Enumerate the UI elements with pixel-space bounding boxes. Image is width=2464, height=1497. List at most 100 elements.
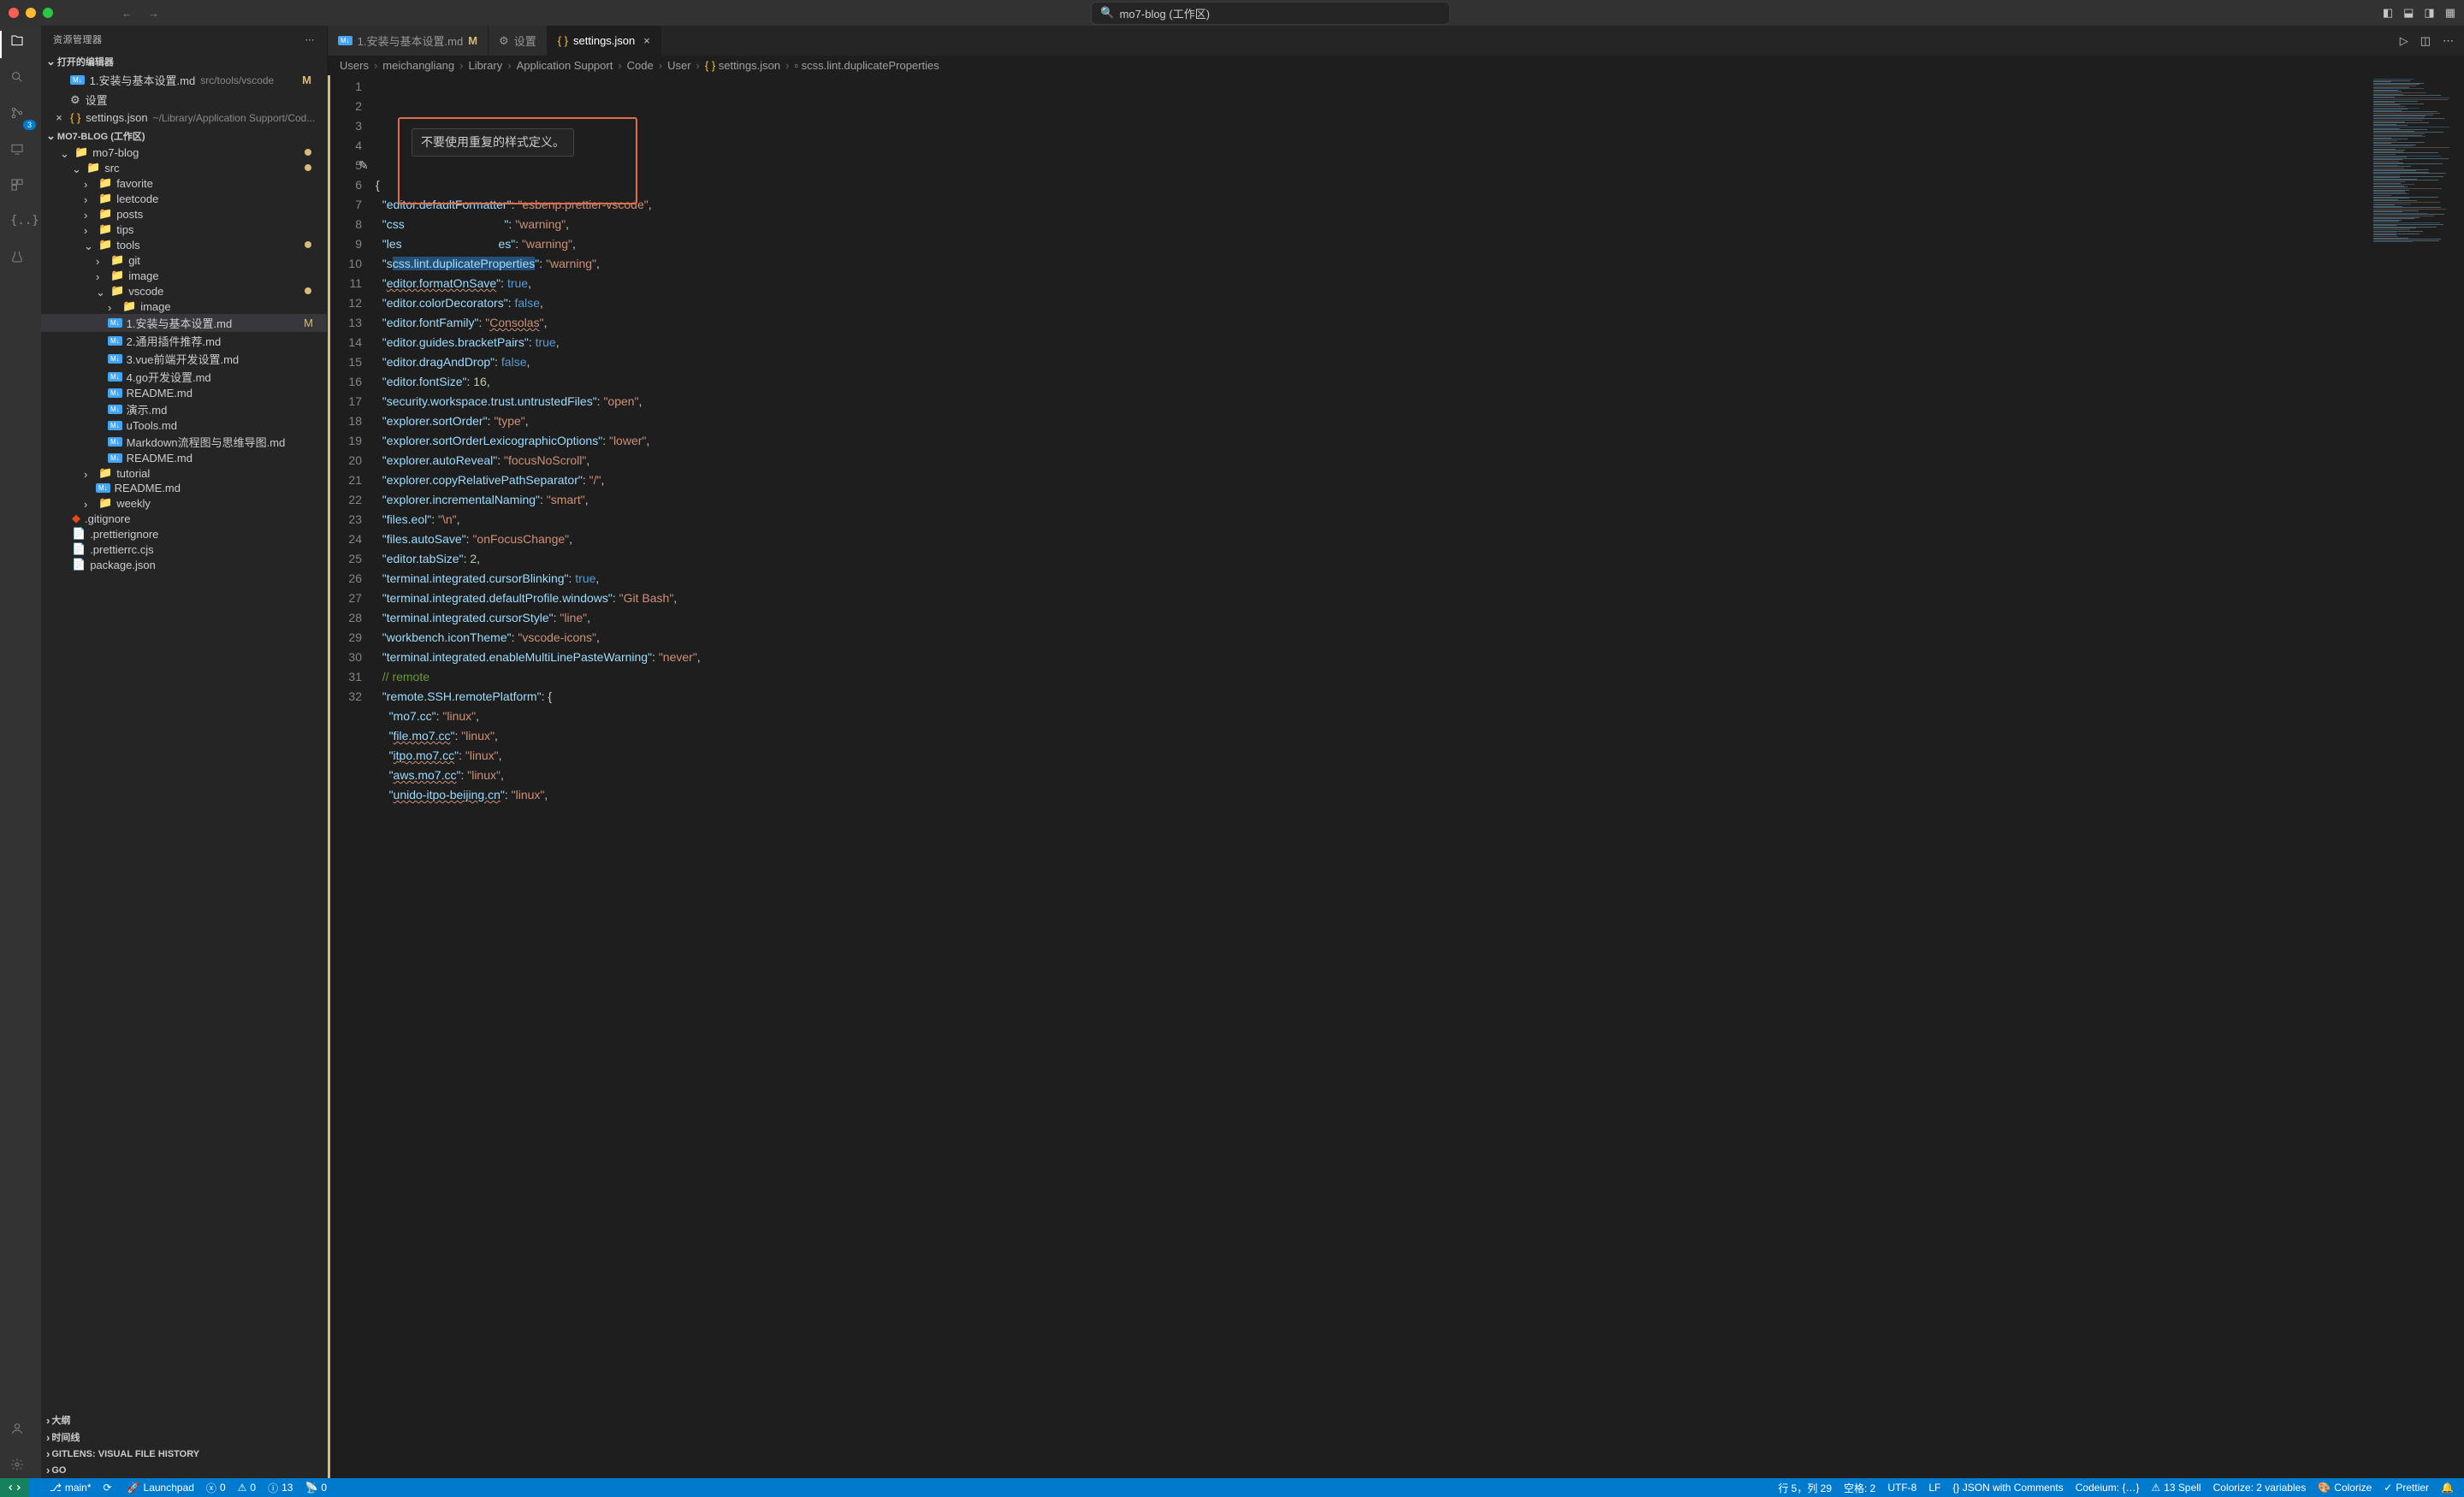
tree-row[interactable]: ⌄📁mo7-blog [41,145,327,160]
tree-row[interactable]: M↓Markdown流程图与思维导图.md [41,433,327,451]
code-line[interactable]: "file.mo7.cc": "linux", [376,726,2370,746]
more-actions-icon[interactable]: ⋯ [2443,34,2454,48]
activity-search-icon[interactable] [10,70,31,91]
status-item[interactable]: 空格: 2 [1844,1481,1875,1495]
tree-row[interactable]: M↓README.md [41,481,327,495]
editor-tab[interactable]: ⚙设置 [489,26,548,56]
tree-row[interactable]: ›📁posts [41,206,327,222]
code-line[interactable]: "css ": "warning", [376,215,2370,234]
code-line[interactable]: "files.autoSave": "onFocusChange", [376,530,2370,549]
code-line[interactable]: "mo7.cc": "linux", [376,707,2370,726]
tree-row[interactable]: M↓演示.md [41,400,327,418]
code-line[interactable]: "editor.fontSize": 16, [376,372,2370,392]
code-line[interactable]: "terminal.integrated.cursorBlinking": tr… [376,569,2370,589]
activity-extensions-icon[interactable] [10,178,31,198]
toggle-panel-bottom-icon[interactable]: ⬓ [2403,6,2414,20]
status-item[interactable]: 行 5，列 29 [1778,1481,1832,1495]
tree-row[interactable]: ›📁tutorial [41,465,327,481]
nav-forward-icon[interactable]: → [148,7,159,20]
sidebar-panel-header[interactable]: ›大纲 [41,1411,327,1429]
close-window-button[interactable] [9,8,19,18]
activity-settings-icon[interactable] [10,1458,31,1478]
command-center[interactable]: 🔍 mo7-blog (工作区) [1091,2,1450,25]
code-line[interactable]: "editor.guides.bracketPairs": true, [376,333,2370,352]
close-tab-icon[interactable]: × [643,34,650,47]
toggle-panel-left-icon[interactable]: ◧ [2383,6,2393,20]
activity-explorer-icon[interactable] [10,34,31,55]
code-line[interactable]: // remote [376,667,2370,687]
code-line[interactable]: "editor.formatOnSave": true, [376,274,2370,293]
code-line[interactable]: "editor.tabSize": 2, [376,549,2370,569]
tree-row[interactable]: M↓uTools.md [41,418,327,433]
code-line[interactable]: "workbench.iconTheme": "vscode-icons", [376,628,2370,648]
code-line[interactable]: { [376,175,2370,195]
customize-layout-icon[interactable]: ▦ [2445,6,2455,20]
minimap[interactable] [2370,75,2464,1478]
code-line[interactable]: "itpo.mo7.cc": "linux", [376,746,2370,766]
code-content[interactable]: 不要使用重复的样式定义。 ✎ { "editor.defaultFormatte… [376,75,2370,1478]
status-item[interactable]: LF [1928,1482,1940,1494]
tree-row[interactable]: 📄.prettierignore [41,526,327,541]
split-editor-icon[interactable]: ◫ [2420,34,2431,48]
maximize-window-button[interactable] [43,8,53,18]
code-line[interactable]: "les es": "warning", [376,234,2370,254]
tree-row[interactable]: ⌄📁src [41,160,327,175]
breadcrumb-segment[interactable]: meichangliang [382,59,454,72]
status-item[interactable]: 🎨Colorize [2318,1482,2372,1494]
status-item[interactable]: ⚠0 [238,1482,256,1494]
status-item[interactable]: ⓘ13 [268,1481,293,1495]
code-line[interactable]: "unido-itpo-beijing.cn": "linux", [376,785,2370,805]
open-editor-item[interactable]: ×{ }settings.json ~/Library/Application … [46,109,327,126]
open-editor-item[interactable]: ⚙设置 [46,90,327,109]
tree-row[interactable]: M↓1.安装与基本设置.mdM [41,314,327,332]
activity-remote-icon[interactable] [10,142,31,163]
code-line[interactable]: "files.eol": "\n", [376,510,2370,530]
code-line[interactable]: "editor.fontFamily": "Consolas", [376,313,2370,333]
code-line[interactable]: "editor.dragAndDrop": false, [376,352,2370,372]
code-line[interactable]: "aws.mo7.cc": "linux", [376,766,2370,785]
tree-row[interactable]: ›📁tips [41,222,327,237]
tree-row[interactable]: M↓2.通用插件推荐.md [41,332,327,350]
tree-row[interactable]: ›📁image [41,268,327,283]
status-item[interactable]: ✓Prettier [2384,1482,2429,1494]
code-line[interactable]: "terminal.integrated.cursorStyle": "line… [376,608,2370,628]
open-editors-header[interactable]: ⌄打开的编辑器 [41,53,327,70]
open-editor-item[interactable]: M↓1.安装与基本设置.md src/tools/vscodeM [46,70,327,90]
breadcrumb-segment[interactable]: Users [340,59,369,72]
code-line[interactable]: "security.workspace.trust.untrustedFiles… [376,392,2370,411]
status-item[interactable]: 🔔 [2441,1482,2457,1494]
breadcrumb-segment[interactable]: User [667,59,690,72]
tree-row[interactable]: ⌄📁tools [41,237,327,252]
breadcrumb-segment[interactable]: Code [627,59,654,72]
tree-row[interactable]: ›📁favorite [41,175,327,191]
code-line[interactable]: "editor.colorDecorators": false, [376,293,2370,313]
breadcrumbs[interactable]: Users›meichangliang›Library›Application … [328,56,2464,75]
tree-row[interactable]: M↓README.md [41,386,327,400]
status-item[interactable]: Colorize: 2 variables [2213,1482,2307,1494]
status-item[interactable]: ⟳ [104,1482,116,1494]
sidebar-panel-header[interactable]: ›时间线 [41,1429,327,1446]
code-line[interactable]: "explorer.copyRelativePathSeparator": "/… [376,470,2370,490]
code-line[interactable]: "terminal.integrated.enableMultiLinePast… [376,648,2370,667]
tree-row[interactable]: ›📁leetcode [41,191,327,206]
editor-tab[interactable]: { }settings.json× [548,26,661,56]
code-line[interactable]: "explorer.sortOrder": "type", [376,411,2370,431]
sidebar-panel-header[interactable]: ›GITLENS: VISUAL FILE HISTORY [41,1446,327,1462]
status-item[interactable]: 📡0 [305,1482,327,1494]
status-item[interactable]: Codeium: {…} [2076,1482,2140,1494]
tree-row[interactable]: M↓3.vue前端开发设置.md [41,350,327,368]
tree-row[interactable]: ›📁git [41,252,327,268]
nav-back-icon[interactable]: ← [121,7,133,20]
breadcrumb-segment[interactable]: Application Support [517,59,613,72]
activity-testing-icon[interactable] [10,250,31,270]
tree-row[interactable]: 📄package.json [41,557,327,572]
edit-gutter-icon[interactable]: ✎ [358,156,369,175]
activity-scm-icon[interactable]: 3 [10,106,31,127]
activity-account-icon[interactable] [10,1422,31,1442]
sidebar-panel-header[interactable]: ›GO [41,1462,327,1478]
status-item[interactable]: 🚀Launchpad [127,1482,194,1494]
sidebar-more-icon[interactable]: ⋯ [305,34,316,45]
tree-row[interactable]: ›📁weekly [41,495,327,511]
breadcrumb-segment[interactable]: { } settings.json [705,59,780,72]
status-item[interactable]: UTF-8 [1887,1482,1916,1494]
